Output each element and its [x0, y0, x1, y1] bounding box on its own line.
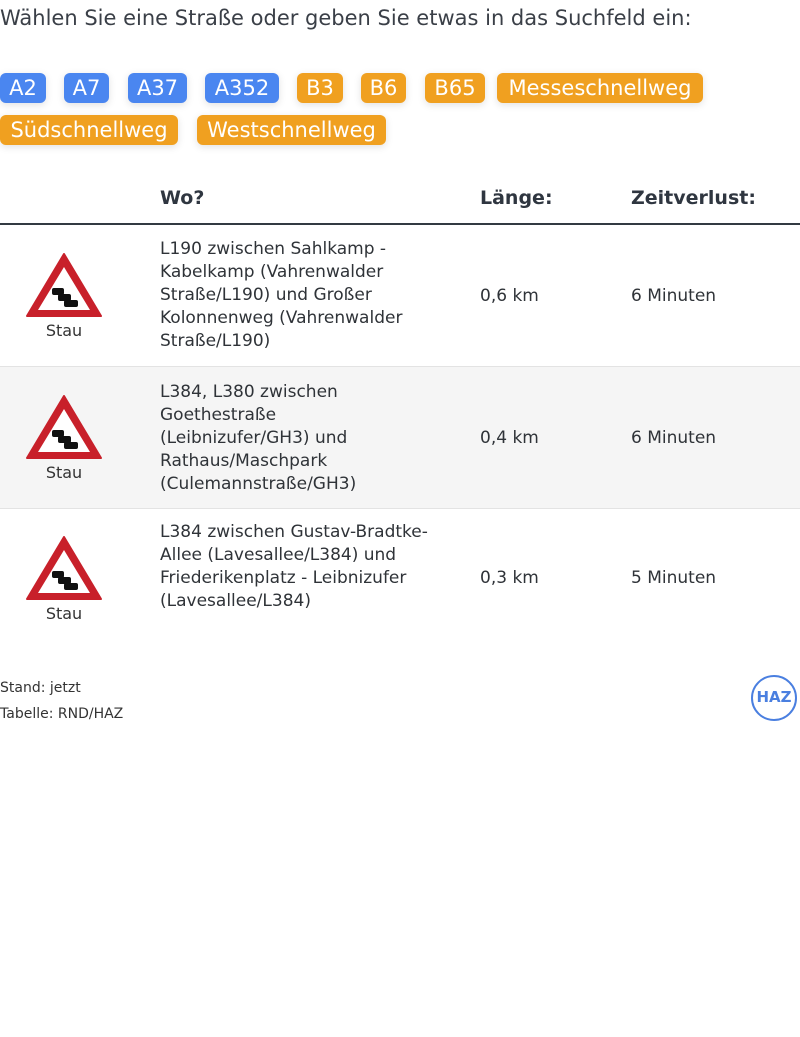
incident-time-loss: 5 Minuten [631, 568, 717, 588]
traffic-jam-warning-icon [26, 536, 102, 600]
table-row: Stau L190 zwischen Sahlkamp - Kabelkamp … [0, 225, 800, 366]
chip-messeschnellweg[interactable]: Messeschnellweg [497, 73, 703, 103]
traffic-jam-warning-icon [26, 395, 102, 459]
header-loss: Zeitverlust: [631, 187, 756, 209]
incident-type-label: Stau [45, 463, 83, 482]
incident-time-loss: 6 Minuten [631, 286, 717, 306]
header-where: Wo? [160, 187, 205, 209]
source-text: Tabelle: RND/HAZ [0, 706, 124, 722]
incident-location: L190 zwischen Sahlkamp - Kabelkamp (Vahr… [160, 239, 403, 351]
chip-a2[interactable]: A2 [0, 73, 46, 103]
incident-time-loss: 6 Minuten [631, 428, 717, 448]
incident-length: 0,3 km [480, 568, 539, 588]
chip-a37[interactable]: A37 [128, 73, 187, 103]
incident-length: 0,6 km [480, 286, 539, 306]
chip-a352[interactable]: A352 [205, 73, 279, 103]
chip-b6[interactable]: B6 [361, 73, 406, 103]
incident-type-label: Stau [45, 604, 83, 623]
incident-length: 0,4 km [480, 428, 539, 448]
traffic-jam-warning-icon [26, 253, 102, 317]
status-text: Stand: jetzt [0, 680, 81, 696]
intro-text: Wählen Sie eine Straße oder geben Sie et… [0, 6, 692, 30]
chip-b3[interactable]: B3 [297, 73, 343, 103]
chip-b65[interactable]: B65 [425, 73, 485, 103]
chip-suedschnellweg[interactable]: Südschnellweg [0, 115, 178, 145]
incident-type-label: Stau [45, 321, 83, 340]
incident-location: L384 zwischen Gustav-Bradtke-Allee (Lave… [160, 522, 428, 611]
chip-westschnellweg[interactable]: Westschnellweg [197, 115, 386, 145]
table-header: Wo? Länge: Zeitverlust: [0, 185, 800, 225]
incident-location: L384, L380 zwischen Goethestraße (Leibni… [160, 382, 357, 494]
table-row: Stau L384, L380 zwischen Goethestraße (L… [0, 366, 800, 509]
header-length: Länge: [480, 187, 553, 209]
haz-logo: HAZ [751, 675, 797, 721]
table-row: Stau L384 zwischen Gustav-Bradtke-Allee … [0, 508, 800, 649]
chip-a7[interactable]: A7 [64, 73, 109, 103]
